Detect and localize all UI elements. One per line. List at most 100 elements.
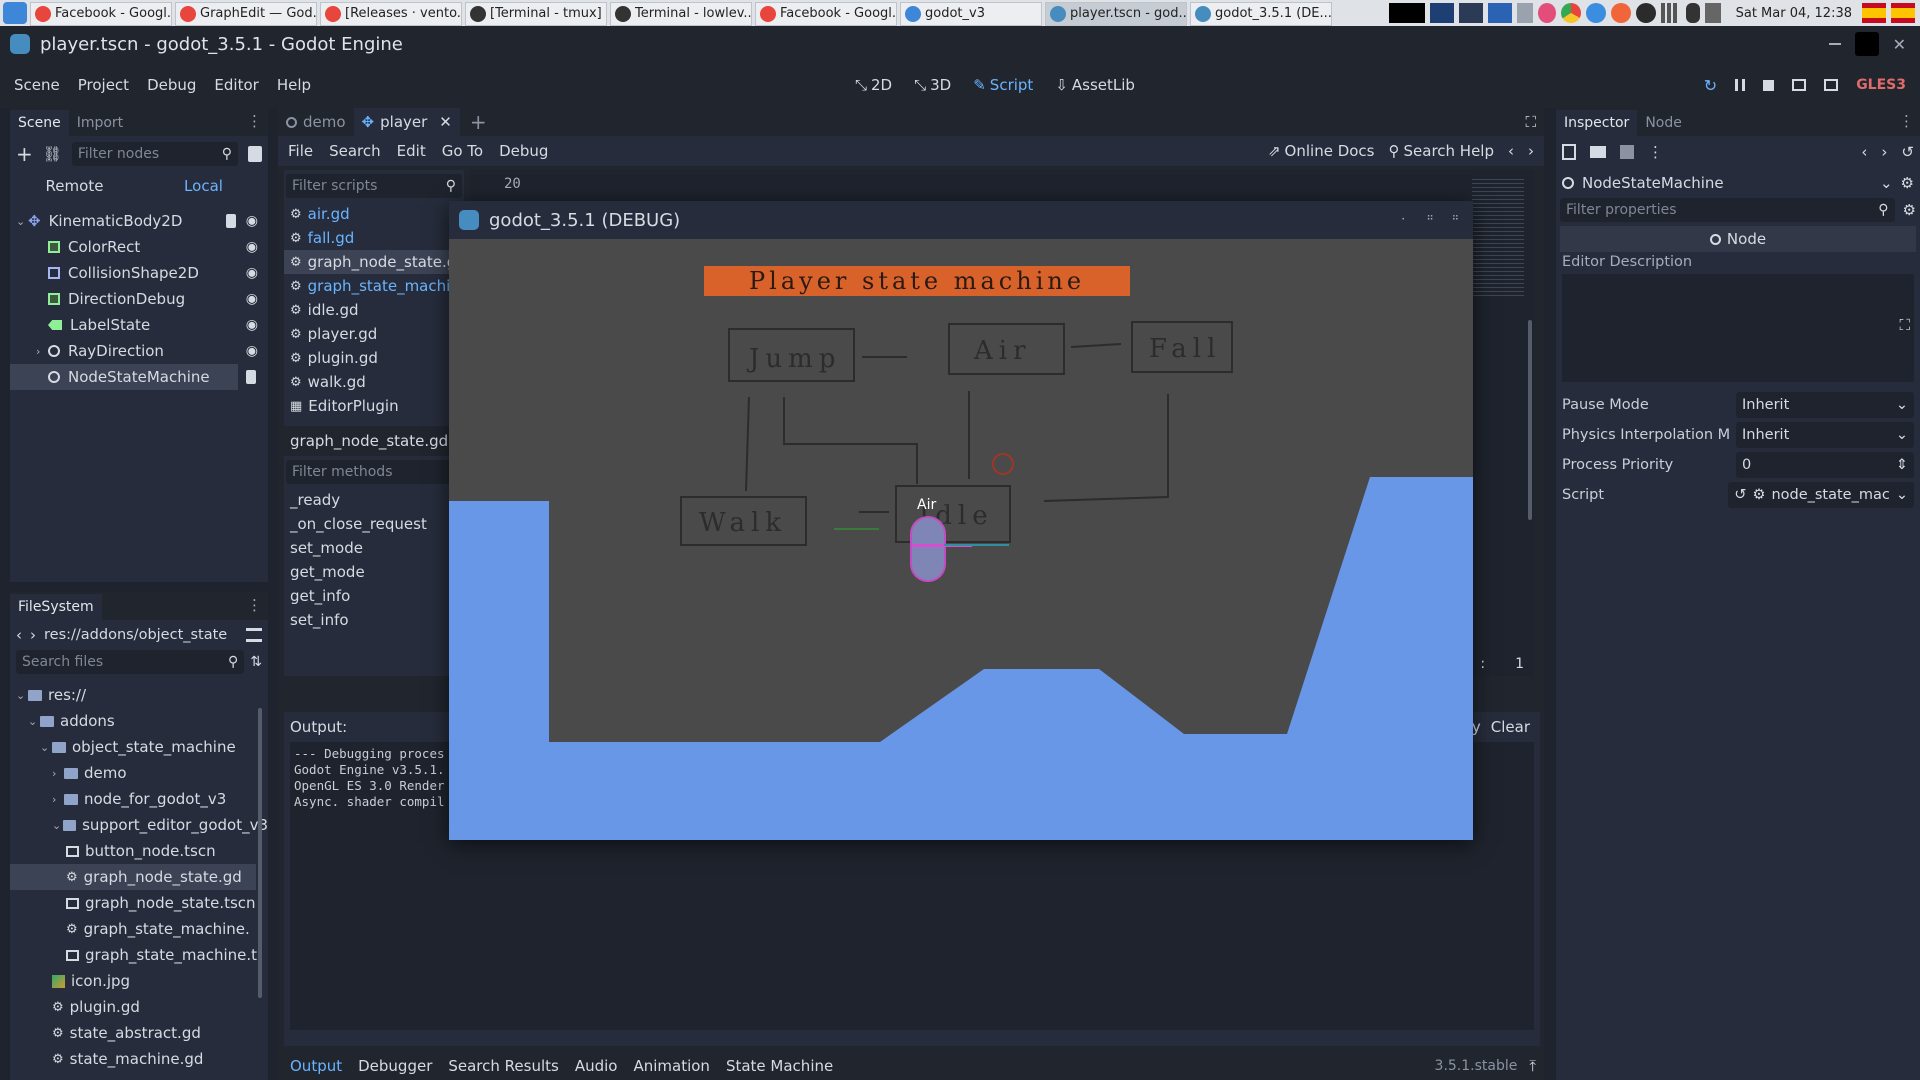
history-forward-icon[interactable]: ›	[1881, 143, 1887, 161]
close-tab-icon[interactable]: ✕	[439, 113, 452, 131]
file-item[interactable]: ⚙ state_abstract.gd	[10, 1020, 268, 1046]
settings-icon[interactable]: ⚙	[1903, 201, 1916, 219]
visibility-eye-icon[interactable]: ◉	[246, 239, 258, 255]
script-list-item[interactable]: ⚙ air.gd	[284, 202, 464, 226]
tab-player[interactable]: ✥ player ✕	[353, 108, 460, 136]
app-launcher-icon[interactable]	[3, 2, 27, 24]
monitor-icon[interactable]	[1429, 3, 1454, 23]
game-viewport[interactable]: Player state machine Jump Air Fall Walk …	[449, 239, 1473, 840]
taskbar-task[interactable]: [Releases · vento...	[320, 1, 462, 26]
revert-icon[interactable]: ↺	[1734, 487, 1746, 503]
clock[interactable]: Sat Mar 04, 12:38	[1736, 6, 1852, 21]
script-list-item[interactable]: ⚙ walk.gd	[284, 370, 464, 394]
method-item[interactable]: get_info	[284, 584, 464, 608]
open-folder-icon[interactable]	[1590, 146, 1606, 158]
scene-node[interactable]: CollisionShape2D ◉	[10, 260, 268, 286]
history-icon[interactable]: ↺	[1901, 143, 1914, 161]
play-scene-icon[interactable]	[1792, 79, 1807, 91]
chrome-icon[interactable]	[1560, 3, 1581, 23]
workspace-3d[interactable]: ⤡ 3D	[914, 76, 951, 94]
method-item[interactable]: _ready	[284, 488, 464, 512]
script-attached-icon[interactable]	[225, 214, 236, 228]
script-list-item[interactable]: ▦ EditorPlugin	[284, 394, 464, 418]
tab-scene[interactable]: Scene	[10, 110, 69, 136]
visibility-eye-icon[interactable]: ◉	[246, 265, 258, 281]
next-script-icon[interactable]: ›	[1528, 142, 1534, 160]
chevron-down-icon[interactable]: ⌄	[1896, 427, 1908, 443]
workspace-assetlib[interactable]: ⇩ AssetLib	[1055, 76, 1135, 94]
file-item[interactable]: ⚙ graph_node_state.gd	[10, 864, 256, 890]
script-list-item[interactable]: ⚙ graph_node_state.gd	[284, 250, 464, 274]
taskbar-task[interactable]: Facebook - Googl...	[755, 1, 897, 26]
remote-toggle[interactable]: Remote	[10, 177, 139, 195]
method-item[interactable]: _on_close_request	[284, 512, 464, 536]
maximize-icon[interactable]: ⠛	[1426, 215, 1433, 226]
chevron-down-icon[interactable]: ⌄	[40, 741, 52, 754]
file-item[interactable]: › node_for_godot_v3	[10, 786, 268, 812]
taskbar-task[interactable]: Facebook - Googl...	[30, 1, 172, 26]
workspace-script[interactable]: ✎ Script	[973, 76, 1033, 94]
new-resource-icon[interactable]	[1562, 144, 1576, 160]
property-value[interactable]: 0 ⇕	[1736, 452, 1914, 478]
scene-node[interactable]: ColorRect ◉	[10, 234, 268, 260]
filter-nodes-input[interactable]: Filter nodes ⚲	[71, 142, 238, 166]
method-item[interactable]: get_mode	[284, 560, 464, 584]
local-toggle[interactable]: Local	[139, 177, 268, 195]
tab-inspector[interactable]: Inspector	[1556, 110, 1638, 136]
method-item[interactable]: set_info	[284, 608, 464, 632]
menu-help[interactable]: Help	[277, 76, 311, 94]
scrollbar[interactable]	[1528, 320, 1532, 520]
attach-script-icon[interactable]	[248, 146, 262, 162]
play-custom-icon[interactable]	[1824, 79, 1839, 91]
script-menu-edit[interactable]: Edit	[397, 142, 426, 160]
filter-properties-input[interactable]: Filter properties ⚲	[1560, 198, 1895, 222]
path-field[interactable]: res://addons/object_state	[44, 627, 238, 643]
script-list-item[interactable]: ▦GraphEdit	[284, 418, 464, 420]
chevron-down-icon[interactable]: ⌄	[1880, 174, 1893, 192]
network-icon[interactable]	[1660, 3, 1681, 23]
forward-icon[interactable]: ›	[30, 626, 36, 644]
stop-icon[interactable]	[1763, 79, 1775, 91]
file-item[interactable]: ⌄ support_editor_godot_v3	[10, 812, 268, 838]
visibility-eye-icon[interactable]: ◉	[246, 343, 258, 359]
bottom-tab-output[interactable]: Output	[290, 1057, 342, 1075]
add-tab-icon[interactable]: +	[470, 110, 487, 134]
script-menu-file[interactable]: File	[288, 142, 313, 160]
bottom-tab-search-results[interactable]: Search Results	[448, 1057, 558, 1075]
save-icon[interactable]	[1620, 145, 1634, 159]
scrollbar[interactable]	[258, 708, 262, 998]
back-icon[interactable]: ‹	[16, 626, 22, 644]
script-list-item[interactable]: ⚙ plugin.gd	[284, 346, 464, 370]
tab-filesystem[interactable]: FileSystem	[10, 594, 102, 620]
pinwheel-icon[interactable]	[1537, 3, 1556, 23]
file-item[interactable]: ⚙ state_machine.gd	[10, 1046, 268, 1072]
mute-icon[interactable]	[1704, 3, 1721, 23]
editor-description-field[interactable]: ⛶	[1562, 274, 1914, 382]
bottom-tab-audio[interactable]: Audio	[575, 1057, 618, 1075]
add-node-icon[interactable]: +	[16, 142, 33, 166]
chevron-right-icon[interactable]: ›	[36, 345, 48, 358]
word-icon[interactable]	[1487, 3, 1512, 23]
pause-icon[interactable]	[1735, 79, 1746, 91]
chevron-right-icon[interactable]: ›	[52, 767, 64, 780]
minimize-icon[interactable]	[1828, 43, 1841, 45]
dock-menu-icon[interactable]: ⋮	[1899, 112, 1914, 130]
restore-icon[interactable]	[1854, 32, 1879, 56]
reload-icon[interactable]: ↻	[1704, 76, 1717, 95]
script-menu-debug[interactable]: Debug	[499, 142, 548, 160]
filter-methods-input[interactable]: Filter methods	[286, 460, 462, 484]
object-name[interactable]: NodeStateMachine	[1582, 174, 1724, 192]
search-help-button[interactable]: ⚲ Search Help	[1389, 142, 1495, 160]
chevron-down-icon[interactable]: ⌄	[16, 689, 28, 702]
file-item[interactable]: button_node.tscn	[10, 838, 268, 864]
search-files-input[interactable]: Search files ⚲	[16, 650, 245, 674]
expand-icon[interactable]: ⛶	[1899, 316, 1910, 334]
layout-flag-icon[interactable]	[1891, 3, 1915, 23]
chevron-down-icon[interactable]: ⌄	[1896, 487, 1908, 503]
tab-import[interactable]: Import	[69, 110, 131, 136]
menu-project[interactable]: Project	[78, 76, 129, 94]
object-properties-icon[interactable]: ⚙	[1901, 174, 1914, 192]
taskbar-task[interactable]: godot_v3	[900, 1, 1042, 26]
visibility-eye-icon[interactable]: ◉	[246, 317, 258, 333]
script-list-item[interactable]: ⚙ idle.gd	[284, 298, 464, 322]
